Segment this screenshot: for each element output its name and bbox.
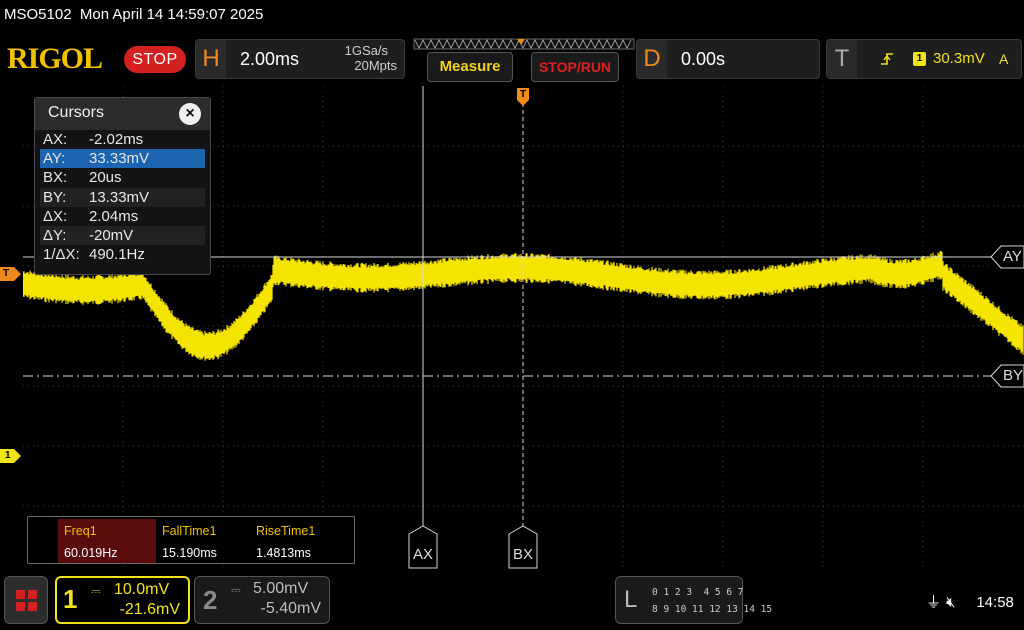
channel1-box[interactable]: 1 ⎓ 10.0mV -21.6mV <box>55 576 190 624</box>
cursor-ay-label: AY <box>1003 248 1022 265</box>
cursor-row-bx[interactable]: BX: 20us <box>40 168 205 187</box>
channel1-scale: 10.0mV <box>114 581 170 598</box>
cursor-row-value: 2.04ms <box>89 207 139 225</box>
cursor-by-label: BY <box>1003 367 1024 384</box>
channel2-number: 2 <box>203 585 218 615</box>
rising-edge-trigger-icon <box>881 53 893 65</box>
trigger-mode: A <box>999 51 1009 67</box>
cursor-row-value: -20mV <box>89 226 134 244</box>
clock: 14:58 <box>976 594 1014 611</box>
cursor-row-key: 1/ΔX: <box>43 246 80 264</box>
model-name: MSO5102 <box>4 6 72 23</box>
bottom-bar: 1 ⎓ 10.0mV -21.6mV 2 ⎓ 5.00mV -5.40mV L … <box>0 571 1024 630</box>
delay-value: 0.00s <box>681 49 726 69</box>
cursor-row-key: ΔX: <box>43 207 68 225</box>
cursor-ax-label: AX <box>413 546 434 563</box>
measurement-freq[interactable]: Freq1 60.019Hz <box>58 519 156 563</box>
dc-coupling-icon: ⎓ <box>91 584 101 598</box>
logic-letter: L <box>624 586 638 613</box>
status-area: ⏚ 🔇︎ 14:58 <box>926 591 1014 612</box>
horizontal-letter: H <box>196 40 226 78</box>
measurement-value: 60.019Hz <box>64 546 118 560</box>
cursors-panel-title: Cursors <box>48 104 105 121</box>
stop-run-button[interactable]: STOP/RUN <box>531 52 619 82</box>
waveform-position-indicator <box>413 38 635 50</box>
logic-channels-row2: 8 9 10 11 12 13 14 15 <box>652 604 773 615</box>
channel2-offset: -5.40mV <box>260 600 321 617</box>
channel2-box[interactable]: 2 ⎓ 5.00mV -5.40mV <box>194 576 330 624</box>
measurement-panel[interactable]: Freq1 60.019Hz FallTime1 15.190ms RiseTi… <box>27 516 355 564</box>
cursor-row-value: 33.33mV <box>89 150 150 168</box>
horizontal-timebase-box[interactable]: H 2.00ms 1GSa/s 20Mpts <box>195 39 405 79</box>
cursor-row-value: 490.1Hz <box>89 246 145 264</box>
cursor-bx-label: BX <box>513 546 534 563</box>
cursor-row-ay[interactable]: AY: 33.33mV <box>40 149 205 169</box>
cursor-row-key: BY: <box>43 188 67 206</box>
close-icon[interactable]: × <box>179 103 201 125</box>
cursor-row-value: 20us <box>89 169 122 187</box>
cursor-row-key: AY: <box>43 150 66 168</box>
grid-menu-icon <box>16 590 37 611</box>
delay-box[interactable]: D 0.00s <box>636 39 820 79</box>
measurement-falltime[interactable]: FallTime1 15.190ms <box>156 519 252 563</box>
cursor-row-key: AX: <box>43 131 68 148</box>
channel1-offset-label: 1 <box>5 450 11 461</box>
logic-analyzer-box[interactable]: L 0 1 2 3 4 5 6 7 8 9 10 11 12 13 14 15 <box>615 576 772 624</box>
channel1-offset-marker[interactable] <box>0 448 22 464</box>
logic-channels-row1: 0 1 2 3 4 5 6 7 <box>652 587 744 598</box>
sample-rate: 1GSa/s <box>344 43 388 58</box>
measure-button[interactable]: Measure <box>427 52 513 82</box>
measurement-name: FallTime1 <box>162 524 217 538</box>
cursor-row-value: 13.33mV <box>89 188 150 206</box>
date-time: Mon April 14 14:59:07 2025 <box>79 6 264 23</box>
trigger-source-badge: 1 <box>913 52 926 66</box>
trigger-level-label: T <box>3 268 10 279</box>
run-state-badge[interactable]: STOP <box>124 46 186 73</box>
dc-coupling-icon: ⎓ <box>231 583 241 597</box>
channel1-offset: -21.6mV <box>119 601 180 618</box>
cursor-row-ax[interactable]: AX: -2.02ms <box>40 130 205 149</box>
cursor-row-by[interactable]: BY: 13.33mV <box>40 187 205 207</box>
measurement-risetime[interactable]: RiseTime1 1.4813ms <box>250 519 350 563</box>
channel2-scale: 5.00mV <box>253 580 309 597</box>
title-bar: MSO5102 Mon April 14 14:59:07 2025 <box>0 0 1024 30</box>
timebase-value: 2.00ms <box>240 49 300 69</box>
measurement-value: 15.190ms <box>162 546 217 560</box>
measurement-name: RiseTime1 <box>256 524 316 538</box>
brand-logo: RIGOL <box>7 42 103 75</box>
measurement-name: Freq1 <box>64 524 97 538</box>
memory-depth: 20Mpts <box>354 58 397 73</box>
cursor-row-key: ΔY: <box>43 226 67 244</box>
delay-letter: D <box>637 40 667 78</box>
trigger-level: 30.3mV <box>933 50 985 67</box>
trigger-top-label: T <box>519 89 527 100</box>
cursors-panel-header: Cursors × <box>35 98 210 130</box>
cursor-row-value: -2.02ms <box>89 131 144 148</box>
trigger-letter: T <box>827 40 857 78</box>
measurement-value: 1.4813ms <box>256 546 311 560</box>
menu-button[interactable] <box>4 576 48 624</box>
cursor-row-delta-y: ΔY: -20mV <box>40 225 205 246</box>
cursor-row-key: BX: <box>43 169 68 187</box>
cursor-row-delta-x: ΔX: 2.04ms <box>40 207 205 226</box>
cursor-row-inverse-delta-x: 1/ΔX: 490.1Hz <box>40 245 205 264</box>
cursors-panel: Cursors × AX: -2.02ms AY: 33.33mV BX: 20us … <box>34 97 211 275</box>
usb-icon[interactable]: ⏚ <box>926 591 942 612</box>
trigger-box[interactable]: T 1 30.3mV A <box>826 39 1022 79</box>
speaker-muted-icon[interactable]: 🔇︎ <box>946 594 972 611</box>
header-bar: RIGOL STOP H 2.00ms 1GSa/s 20Mpts Measur… <box>0 33 1024 85</box>
channel1-number: 1 <box>63 584 78 614</box>
